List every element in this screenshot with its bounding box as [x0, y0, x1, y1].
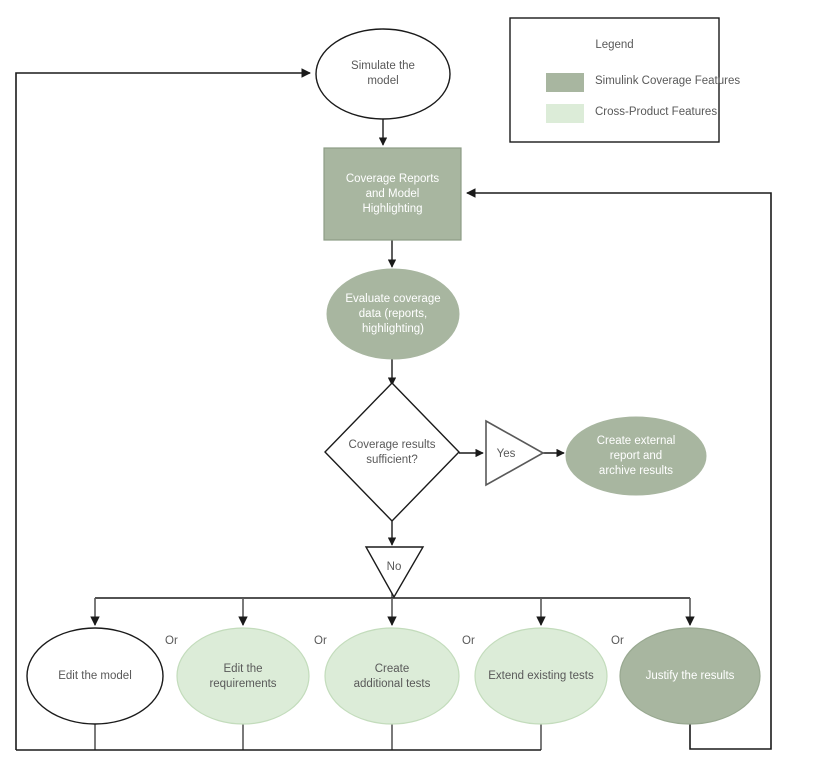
legend-swatch-cross-product [546, 104, 584, 123]
legend-title: Legend [595, 39, 634, 51]
flowchart-canvas: Simulate the model Coverage Reports and … [0, 0, 838, 761]
node-edit-the-requirements[interactable] [176, 627, 310, 725]
node-create-additional-tests[interactable] [324, 627, 460, 725]
edge-label-or-1: Or [165, 635, 178, 647]
node-coverage-reports-and-model-highlighting[interactable] [323, 147, 462, 241]
legend-label-simulink-coverage: Simulink Coverage Features [595, 75, 741, 87]
legend-swatch-simulink-coverage [546, 73, 584, 92]
edge-label-or-4: Or [611, 635, 624, 647]
legend: Legend Simulink Coverage Features Cross-… [510, 18, 740, 142]
edge-label-or-2: Or [314, 635, 327, 647]
node-simulate-the-model[interactable] [315, 28, 451, 120]
node-yes-gate[interactable] [485, 419, 545, 487]
node-extend-existing-tests[interactable] [474, 627, 608, 725]
legend-label-cross-product: Cross-Product Features [595, 106, 718, 118]
node-justify-the-results[interactable] [619, 627, 761, 725]
edge-options-to-return-bus [16, 724, 542, 751]
edge-label-or-3: Or [462, 635, 475, 647]
node-evaluate-coverage-data[interactable] [326, 268, 460, 360]
node-no-gate[interactable] [364, 546, 425, 599]
node-create-external-report-and-archive-results[interactable] [565, 416, 707, 496]
node-edit-the-model[interactable] [26, 627, 164, 725]
node-coverage-results-sufficient[interactable] [324, 381, 460, 523]
